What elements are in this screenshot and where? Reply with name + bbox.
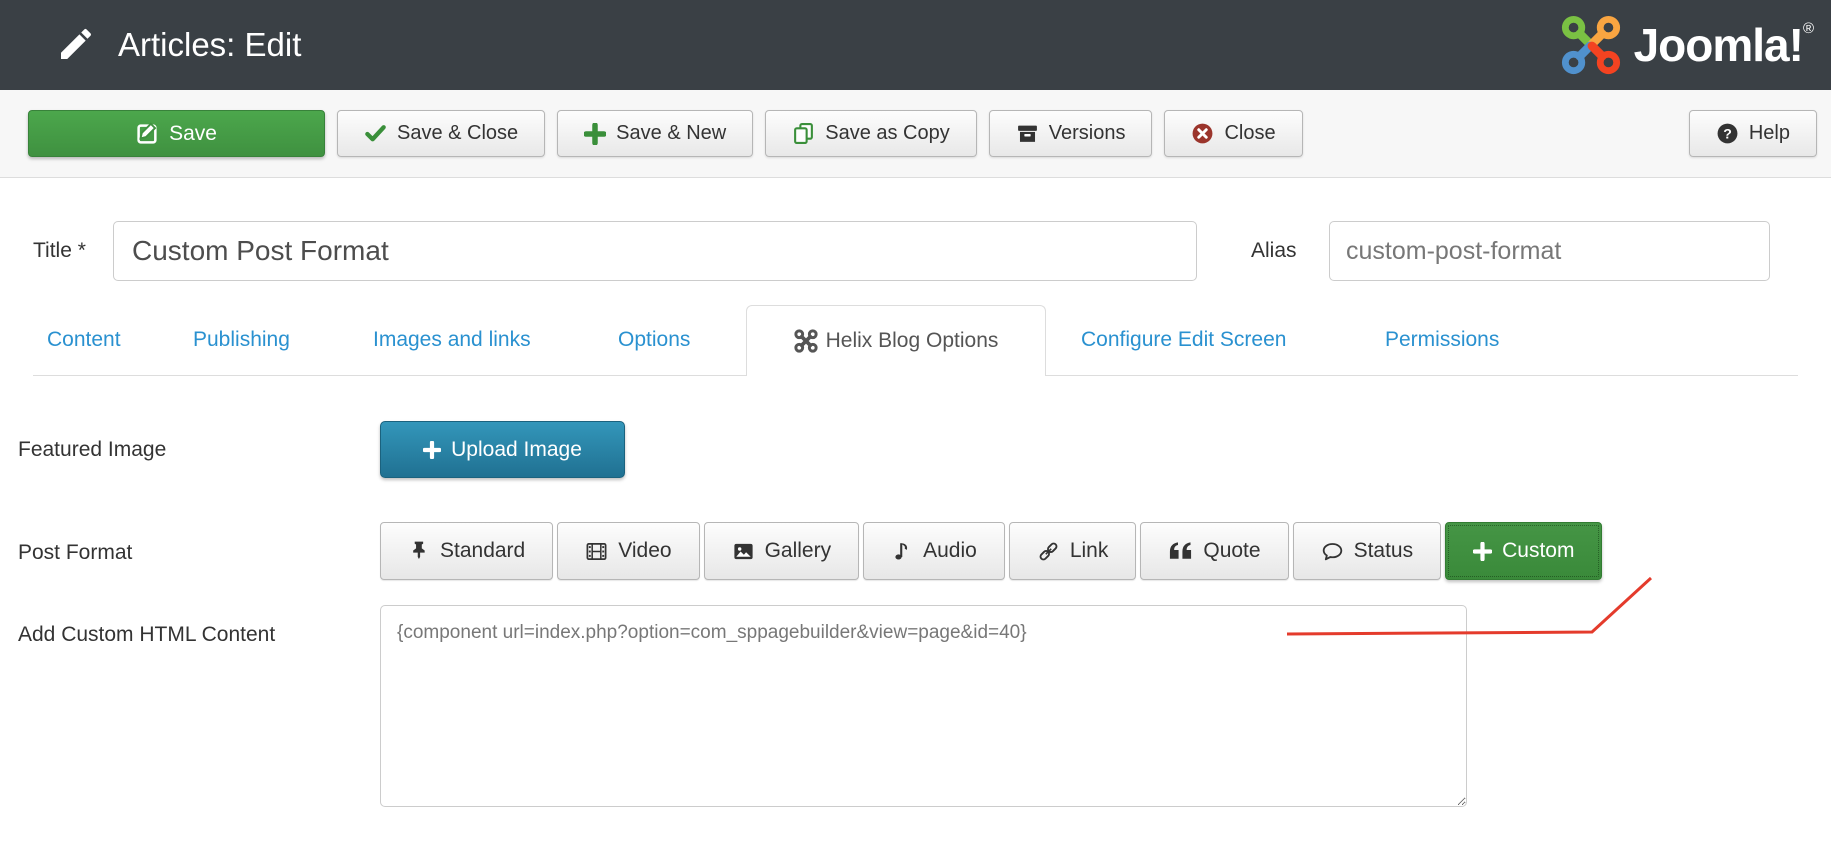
help-label: Help [1749,122,1790,145]
title-label: Title * [33,239,86,263]
tab-content[interactable]: Content [47,305,121,375]
joomla-logo-icon [1560,14,1622,76]
post-format-audio-label: Audio [923,539,977,563]
plus-icon [584,123,606,145]
save-and-new-button[interactable]: Save & New [557,110,753,157]
toolbar: Save Save & Close Save & New Save [0,90,1831,178]
joomla-logo: Joomla!® [1560,0,1813,90]
post-format-custom-button[interactable]: Custom [1445,522,1602,580]
save-and-close-button[interactable]: Save & Close [337,110,545,157]
post-format-custom-label: Custom [1502,539,1574,563]
alias-input[interactable] [1329,221,1770,281]
speech-bubble-icon [1321,540,1344,563]
tab-helix-label: Helix Blog Options [826,329,999,353]
plus-icon [1473,542,1492,561]
link-icon [1037,540,1060,563]
thumbtack-icon [408,540,430,562]
upload-image-button[interactable]: Upload Image [380,421,625,478]
tab-configure-edit-screen[interactable]: Configure Edit Screen [1081,305,1286,375]
svg-text:?: ? [1723,125,1732,141]
tab-permissions[interactable]: Permissions [1385,305,1499,375]
toolbar-buttons: Save Save & Close Save & New Save [28,110,1303,157]
post-format-quote-button[interactable]: Quote [1140,522,1288,580]
post-format-link-label: Link [1070,539,1109,563]
upload-image-label: Upload Image [451,438,582,462]
save-button[interactable]: Save [28,110,325,157]
close-label: Close [1224,122,1275,145]
joomla-logo-text: Joomla!® [1634,18,1813,72]
quote-icon [1168,540,1193,562]
copy-icon [792,122,815,145]
save-as-copy-label: Save as Copy [825,122,950,145]
custom-html-label: Add Custom HTML Content [18,623,275,647]
title-input[interactable] [113,221,1197,281]
close-button[interactable]: Close [1164,110,1302,157]
plus-icon [423,441,441,459]
help-circle-icon: ? [1716,122,1739,145]
post-format-group: Standard Video Gallery [380,522,1602,580]
tab-images-and-links[interactable]: Images and links [373,305,531,375]
page-title: Articles: Edit [118,0,301,90]
tab-helix-blog-options[interactable]: Helix Blog Options [746,305,1046,376]
custom-html-textarea[interactable]: {component url=index.php?option=com_sppa… [380,605,1467,807]
tab-options[interactable]: Options [618,305,690,375]
post-format-audio-button[interactable]: Audio [863,522,1005,580]
pencil-icon [56,24,96,64]
post-format-status-label: Status [1354,539,1414,563]
post-format-gallery-button[interactable]: Gallery [704,522,860,580]
admin-header: Articles: Edit Joomla!® [0,0,1831,90]
post-format-label: Post Format [18,541,132,565]
post-format-standard-button[interactable]: Standard [380,522,553,580]
featured-image-label: Featured Image [18,438,166,462]
post-format-video-label: Video [618,539,671,563]
post-format-video-button[interactable]: Video [557,522,699,580]
save-as-copy-button[interactable]: Save as Copy [765,110,977,157]
save-and-close-label: Save & Close [397,122,518,145]
save-button-label: Save [169,122,217,146]
post-format-standard-label: Standard [440,539,525,563]
close-circle-icon [1191,122,1214,145]
versions-button[interactable]: Versions [989,110,1153,157]
image-icon [732,540,755,563]
film-icon [585,540,608,563]
articles-edit-page: Articles: Edit Joomla!® Save [0,0,1831,842]
post-format-quote-label: Quote [1203,539,1260,563]
edit-square-icon [136,122,159,145]
registered-mark: ® [1803,20,1813,37]
post-format-status-button[interactable]: Status [1293,522,1442,580]
post-format-gallery-label: Gallery [765,539,832,563]
versions-label: Versions [1049,122,1126,145]
check-icon [364,122,387,145]
alias-label: Alias [1251,239,1297,263]
music-note-icon [891,540,913,562]
save-and-new-label: Save & New [616,122,726,145]
help-button[interactable]: ? Help [1689,110,1817,157]
tab-publishing[interactable]: Publishing [193,305,290,375]
archive-icon [1016,122,1039,145]
tab-bar: Content Publishing Images and links Opti… [33,305,1798,376]
post-format-link-button[interactable]: Link [1009,522,1137,580]
helix-joomla-icon [794,329,818,353]
